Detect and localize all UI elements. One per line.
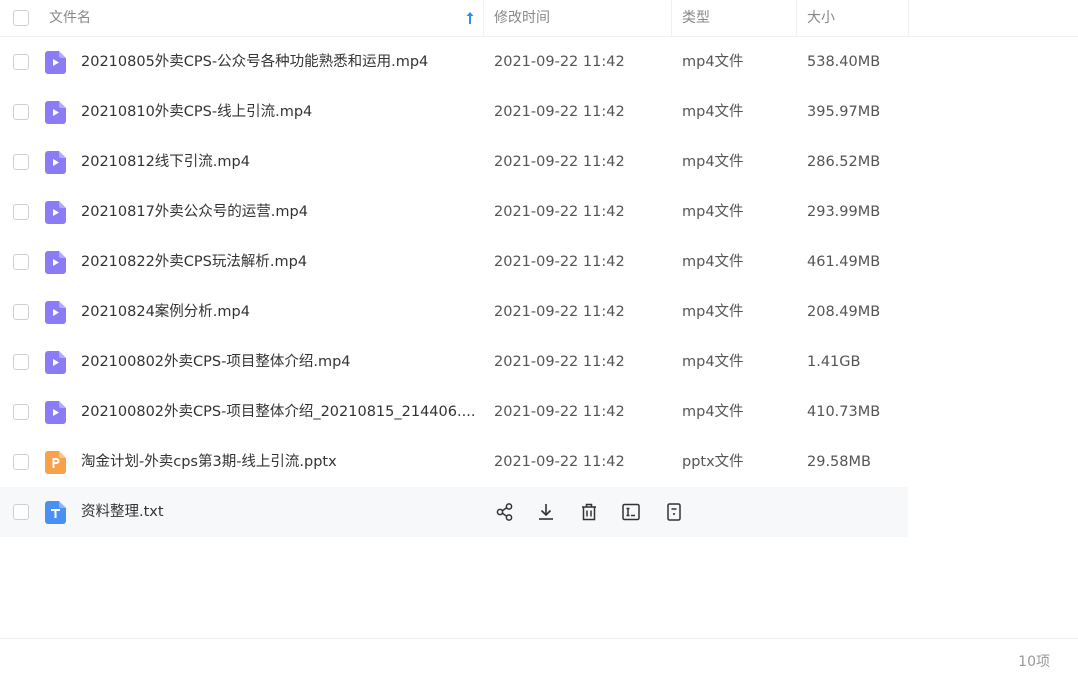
table-row[interactable]: 20210805外卖CPS-公众号各种功能熟悉和运用.mp4 2021-09-22… [0,37,908,87]
table-row[interactable]: 20210822外卖CPS玩法解析.mp4 2021-09-22 11:42 mp4… [0,237,908,287]
file-name[interactable]: 20210822外卖CPS玩法解析.mp4 [81,237,476,287]
table-row[interactable]: 资料整理.txt [0,487,908,537]
video-file-icon [45,51,66,74]
video-file-icon [45,101,66,124]
file-type: mp4文件 [682,54,744,70]
file-type: mp4文件 [682,254,744,270]
file-size: 395.97MB [807,104,881,120]
file-type: mp4文件 [682,204,744,220]
video-file-icon [45,251,66,274]
file-modified-time: 2021-09-22 11:42 [494,454,625,470]
video-file-icon [45,351,66,374]
footer-bar: 10项 [0,638,1078,676]
file-name[interactable]: 20210812线下引流.mp4 [81,137,476,187]
file-size: 286.52MB [807,154,881,170]
table-row[interactable]: 202100802外卖CPS-项目整体介绍.mp4 2021-09-22 11:4… [0,337,908,387]
file-name[interactable]: 202100802外卖CPS-项目整体介绍_20210815_214406...… [81,387,476,437]
column-header-name[interactable]: 文件名 [40,0,484,36]
file-modified-time: 2021-09-22 11:42 [494,304,625,320]
file-size: 538.40MB [807,54,881,70]
delete-icon[interactable] [578,501,600,523]
file-size: 410.73MB [807,404,881,420]
column-header-size[interactable]: 大小 [797,0,909,36]
column-header-type[interactable]: 类型 [672,0,797,36]
video-file-icon [45,301,66,324]
video-file-icon [45,201,66,224]
file-name[interactable]: 20210824案例分析.mp4 [81,287,476,337]
row-checkbox[interactable] [13,104,29,120]
table-row[interactable]: 淘金计划-外卖cps第3期-线上引流.pptx 2021-09-22 11:42 p… [0,437,908,487]
row-checkbox[interactable] [13,304,29,320]
video-file-icon [45,151,66,174]
table-row[interactable]: 202100802外卖CPS-项目整体介绍_20210815_214406...… [0,387,908,437]
file-type: mp4文件 [682,104,744,120]
file-name[interactable]: 20210810外卖CPS-线上引流.mp4 [81,87,476,137]
file-type: pptx文件 [682,454,744,470]
row-checkbox[interactable] [13,204,29,220]
table-header: 文件名 修改时间 类型 大小 [0,0,1078,37]
arrow-up-icon[interactable] [465,11,475,25]
video-file-icon [45,401,66,424]
row-checkbox[interactable] [13,454,29,470]
file-list-page: 文件名 修改时间 类型 大小 20210805外卖CPS-公众号各种功能熟悉和运… [0,0,1078,676]
file-modified-time: 2021-09-22 11:42 [494,254,625,270]
more-icon[interactable] [663,501,685,523]
column-size-label: 大小 [807,10,835,26]
column-name-label: 文件名 [49,10,91,26]
file-size: 293.99MB [807,204,881,220]
share-icon[interactable] [494,501,516,523]
file-name[interactable]: 资料整理.txt [81,487,476,537]
item-count: 10项 [1018,654,1050,670]
table-row[interactable]: 20210812线下引流.mp4 2021-09-22 11:42 mp4文件 286… [0,137,908,187]
select-all-checkbox[interactable] [13,10,29,26]
table-row[interactable]: 20210824案例分析.mp4 2021-09-22 11:42 mp4文件 208… [0,287,908,337]
row-checkbox[interactable] [13,254,29,270]
file-modified-time: 2021-09-22 11:42 [494,154,625,170]
file-name[interactable]: 202100802外卖CPS-项目整体介绍.mp4 [81,337,476,387]
file-name[interactable]: 20210817外卖公众号的运营.mp4 [81,187,476,237]
txt-file-icon [45,501,66,524]
file-type: mp4文件 [682,354,744,370]
column-header-time[interactable]: 修改时间 [484,0,672,36]
file-modified-time: 2021-09-22 11:42 [494,354,625,370]
ppt-file-icon [45,451,66,474]
download-icon[interactable] [535,501,557,523]
row-checkbox[interactable] [13,154,29,170]
row-checkbox[interactable] [13,54,29,70]
rename-icon[interactable] [620,501,642,523]
file-name[interactable]: 淘金计划-外卖cps第3期-线上引流.pptx [81,437,476,487]
column-type-label: 类型 [682,10,710,26]
row-checkbox[interactable] [13,504,29,520]
row-checkbox[interactable] [13,354,29,370]
file-name[interactable]: 20210805外卖CPS-公众号各种功能熟悉和运用.mp4 [81,37,476,87]
file-modified-time: 2021-09-22 11:42 [494,104,625,120]
file-type: mp4文件 [682,404,744,420]
file-size: 461.49MB [807,254,881,270]
table-row[interactable]: 20210817外卖公众号的运营.mp4 2021-09-22 11:42 mp4文… [0,187,908,237]
column-time-label: 修改时间 [494,10,550,26]
row-checkbox[interactable] [13,404,29,420]
file-size: 208.49MB [807,304,881,320]
file-type: mp4文件 [682,304,744,320]
file-modified-time: 2021-09-22 11:42 [494,54,625,70]
file-size: 1.41GB [807,354,861,370]
file-modified-time: 2021-09-22 11:42 [494,404,625,420]
file-size: 29.58MB [807,454,871,470]
file-modified-time: 2021-09-22 11:42 [494,204,625,220]
table-row[interactable]: 20210810外卖CPS-线上引流.mp4 2021-09-22 11:42 mp… [0,87,908,137]
file-type: mp4文件 [682,154,744,170]
